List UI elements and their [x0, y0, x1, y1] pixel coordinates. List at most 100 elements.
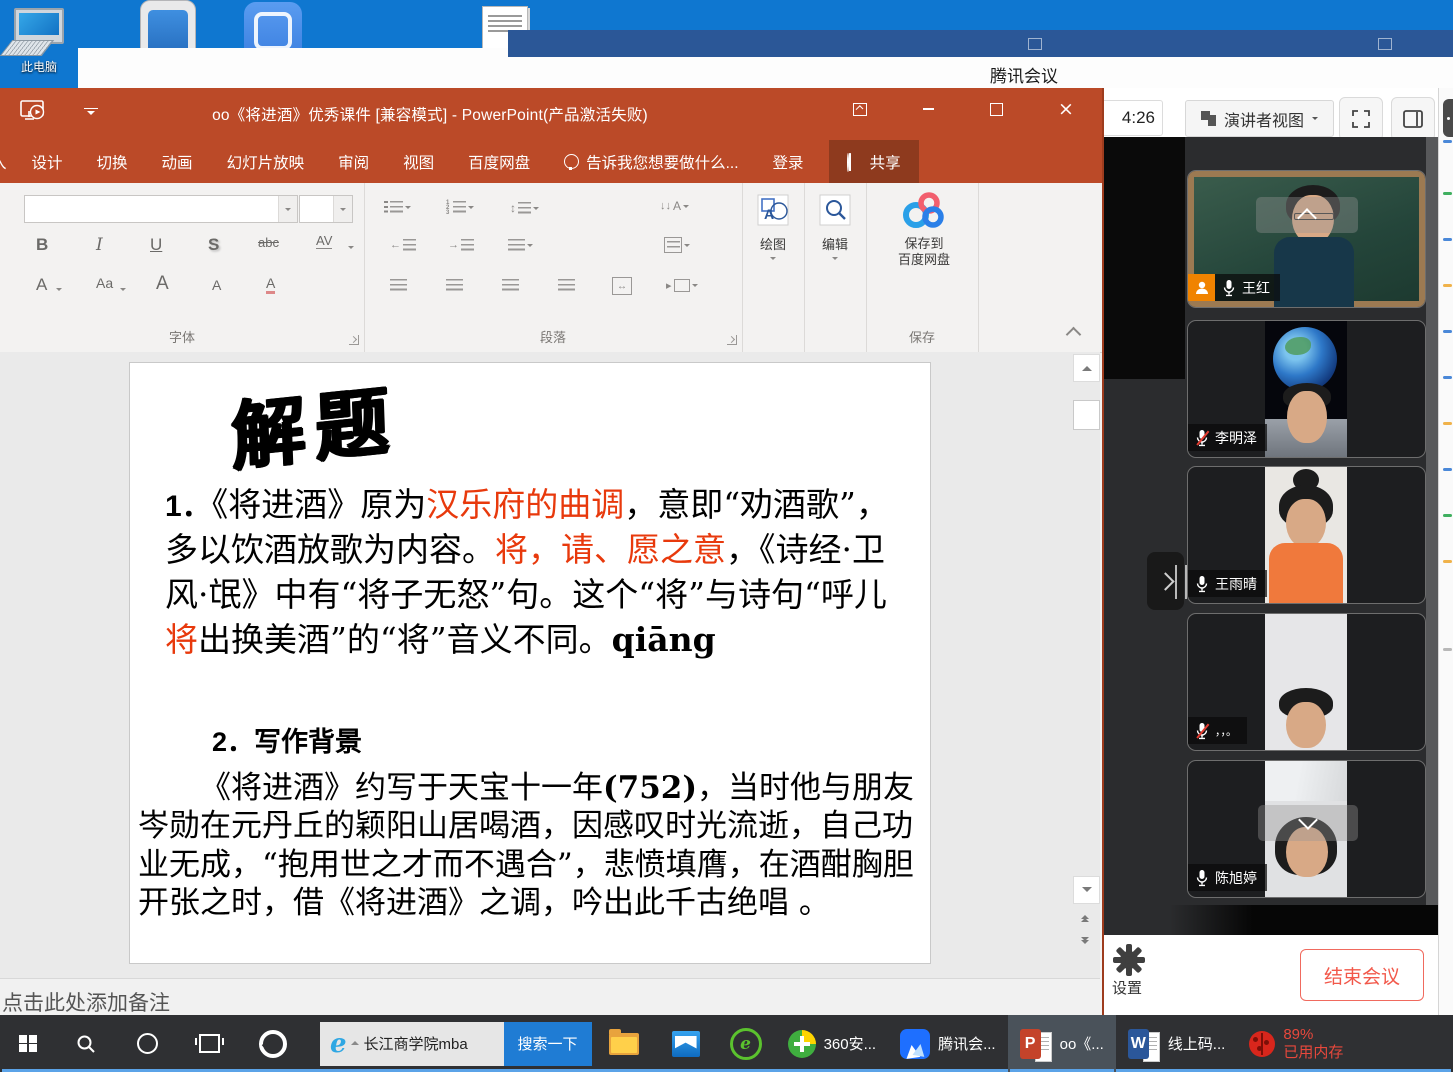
scroll-up-button[interactable]	[1073, 354, 1100, 382]
previous-slide-button[interactable]	[1076, 906, 1094, 926]
smartart-convert-button[interactable]: ▸	[666, 279, 698, 292]
grow-font-button[interactable]: A	[156, 273, 169, 295]
panel-drag-handle[interactable]	[1175, 565, 1187, 599]
draw-button[interactable]: A 绘图	[746, 191, 800, 263]
strikethrough-button[interactable]: abc	[258, 235, 279, 250]
align-center-button[interactable]	[446, 279, 463, 291]
next-slide-button[interactable]	[1076, 932, 1094, 952]
tab-insert-partial[interactable]: 入	[0, 140, 15, 183]
justify-button[interactable]	[558, 279, 575, 291]
tab-slideshow[interactable]: 幻灯片放映	[210, 140, 322, 183]
taskbar-search-widget[interactable]: e 长江商学院mba 搜索一下	[320, 1022, 592, 1066]
maximize-button[interactable]	[968, 88, 1024, 130]
scrollbar-track[interactable]	[1073, 354, 1098, 904]
tab-review[interactable]: 审阅	[321, 140, 386, 183]
login-button[interactable]: 登录	[756, 140, 821, 183]
notes-placeholder[interactable]: 点击此处添加备注	[2, 987, 1100, 1016]
font-color-button[interactable]: A	[36, 275, 47, 295]
app-360-safety[interactable]: 360安...	[776, 1015, 889, 1072]
chevron-up-icon[interactable]	[1256, 197, 1358, 233]
tell-me-box[interactable]: 告诉我您想要做什么...	[547, 140, 755, 183]
participant-tile[interactable]: 李明泽	[1187, 320, 1426, 458]
columns-button[interactable]	[508, 239, 533, 251]
edit-button[interactable]: 编辑	[808, 191, 862, 263]
align-left-button[interactable]	[390, 279, 407, 291]
app-label: oo《...	[1060, 1033, 1104, 1054]
scrollbar-thumb[interactable]	[1073, 400, 1100, 430]
notes-pane[interactable]: 点击此处添加备注	[0, 978, 1100, 1016]
taskbar-search-button[interactable]	[56, 1015, 116, 1072]
decrease-indent-button[interactable]: ←	[390, 239, 416, 251]
align-right-button[interactable]	[502, 279, 519, 291]
cortana-button[interactable]	[116, 1015, 178, 1072]
font-size-combo[interactable]	[299, 195, 353, 223]
line-spacing-button[interactable]: ↕	[510, 201, 539, 215]
mail-button[interactable]	[656, 1015, 716, 1072]
participant-tile[interactable]: 陈旭婷	[1187, 760, 1426, 898]
shrink-font-button[interactable]: A	[212, 277, 221, 293]
increase-indent-button[interactable]: →	[448, 239, 474, 251]
tab-transitions[interactable]: 切换	[80, 140, 145, 183]
chevron-down-icon[interactable]	[1258, 805, 1358, 841]
side-panel-button[interactable]	[1391, 97, 1435, 141]
clear-formatting-button[interactable]: A	[266, 275, 275, 294]
bold-button[interactable]: B	[36, 235, 48, 255]
tray-memory-monitor[interactable]: 89% 已用内存	[1237, 1015, 1355, 1072]
character-spacing-button[interactable]: AV	[316, 233, 332, 249]
text-shadow-button[interactable]: S	[208, 235, 219, 255]
close-button[interactable]: ×	[1038, 88, 1094, 130]
desktop-icon-this-pc[interactable]: 此电脑	[14, 8, 64, 75]
save-to-baidu-button[interactable]: 保存到 百度网盘	[892, 191, 956, 269]
participant-tile[interactable]: 王红	[1187, 170, 1426, 308]
font-dialog-launcher[interactable]	[349, 335, 359, 345]
fullscreen-button[interactable]	[1339, 97, 1383, 141]
font-name-combo[interactable]	[24, 195, 298, 223]
end-meeting-button[interactable]: 结束会议	[1300, 949, 1424, 1001]
app-powerpoint[interactable]: P oo《...	[1008, 1015, 1116, 1072]
scroll-down-button[interactable]	[1073, 876, 1100, 904]
slide-scrollbar[interactable]	[1073, 354, 1098, 976]
participant-tile[interactable]: ，，。	[1187, 613, 1426, 751]
slide-canvas: 解题 1．《将进酒》原为汉乐府的曲调，意即“劝酒歌”，多以饮酒放歌为内容。将，请…	[0, 352, 1100, 978]
ppt-ribbon: B I U S abc AV A Aa A A A 字体 123 ↕ ↓↓A ←…	[0, 183, 1102, 353]
numbering-button[interactable]: 123	[446, 201, 474, 213]
file-explorer-button[interactable]	[592, 1015, 656, 1072]
app-word[interactable]: W 线上码...	[1116, 1015, 1238, 1072]
tencent-meeting-icon	[900, 1029, 930, 1059]
tab-baidu-netdisk[interactable]: 百度网盘	[451, 140, 547, 183]
tab-design[interactable]: 设计	[15, 140, 80, 183]
search-widget-caret-icon[interactable]	[351, 1037, 359, 1045]
collapse-ribbon-icon[interactable]	[1066, 327, 1082, 343]
view-mode-dropdown[interactable]: 演讲者视图	[1185, 100, 1334, 137]
share-button[interactable]: 共享	[829, 140, 919, 183]
360-safety-icon	[788, 1030, 816, 1058]
participant-tile[interactable]: 王雨晴	[1187, 466, 1426, 604]
slide[interactable]: 解题 1．《将进酒》原为汉乐府的曲调，意即“劝酒歌”，多以饮酒放歌为内容。将，请…	[130, 363, 930, 963]
task-view-button[interactable]	[178, 1015, 240, 1072]
search-go-button[interactable]: 搜索一下	[504, 1022, 592, 1066]
paragraph-dialog-launcher[interactable]	[727, 335, 737, 345]
align-text-button[interactable]	[664, 237, 690, 253]
more-options-button[interactable]	[1443, 99, 1453, 137]
start-button[interactable]	[0, 1015, 56, 1072]
italic-button[interactable]: I	[96, 235, 103, 255]
underline-button[interactable]: U	[150, 235, 162, 255]
notes-splitter[interactable]	[330, 978, 1077, 979]
app-label: 360安...	[824, 1033, 877, 1054]
participant-badge: 李明泽	[1188, 424, 1267, 451]
tab-view[interactable]: 视图	[386, 140, 451, 183]
bullets-button[interactable]	[384, 201, 411, 213]
browser-360-speed-button[interactable]: e	[716, 1015, 776, 1072]
text-direction-button[interactable]: ↓↓A	[660, 199, 689, 213]
app-tencent-meeting[interactable]: 腾讯会...	[888, 1015, 1008, 1072]
baidu-save-label-line1: 保存到	[892, 236, 956, 252]
minimize-button[interactable]	[900, 88, 956, 130]
change-case-button[interactable]: Aa	[96, 275, 113, 291]
participants-scrollbar[interactable]	[1426, 137, 1438, 935]
browser-360-button[interactable]	[240, 1015, 306, 1072]
ribbon-display-options-button[interactable]	[832, 88, 888, 130]
tab-animations[interactable]: 动画	[145, 140, 210, 183]
settings-button[interactable]: 设置	[1112, 943, 1146, 998]
search-input[interactable]: 长江商学院mba	[364, 1033, 504, 1054]
distribute-button[interactable]: ↔	[612, 277, 632, 295]
